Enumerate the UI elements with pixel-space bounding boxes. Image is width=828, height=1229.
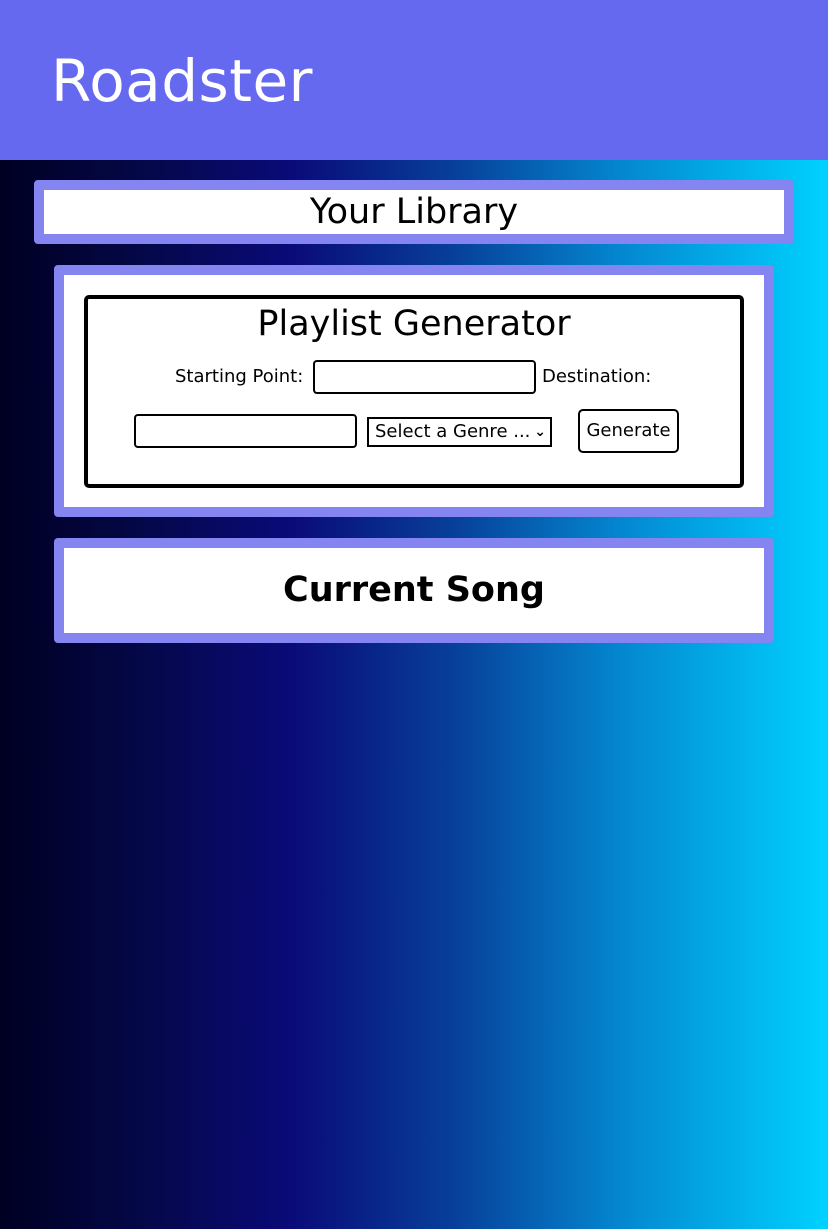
genre-select-value: Select a Genre ... — [375, 421, 531, 442]
genre-select[interactable]: Select a Genre ... ⌄ — [367, 417, 552, 447]
destination-label: Destination: — [542, 366, 652, 387]
playlist-generator-title: Playlist Generator — [257, 304, 571, 344]
library-section: Your Library — [34, 180, 794, 244]
current-song-title: Current Song — [283, 570, 545, 610]
app-title: Roadster — [51, 47, 314, 115]
app-header: Roadster — [0, 0, 828, 160]
starting-point-input[interactable] — [313, 360, 536, 394]
chevron-down-icon: ⌄ — [534, 424, 546, 440]
playlist-generator-form: Playlist Generator Starting Point: Desti… — [84, 295, 744, 488]
library-title[interactable]: Your Library — [44, 190, 784, 234]
starting-point-label: Starting Point: — [175, 366, 304, 387]
generate-button[interactable]: Generate — [578, 409, 679, 453]
destination-input[interactable] — [134, 414, 357, 448]
playlist-generator-panel: Playlist Generator Starting Point: Desti… — [54, 265, 774, 517]
current-song-section: Current Song — [54, 538, 774, 643]
